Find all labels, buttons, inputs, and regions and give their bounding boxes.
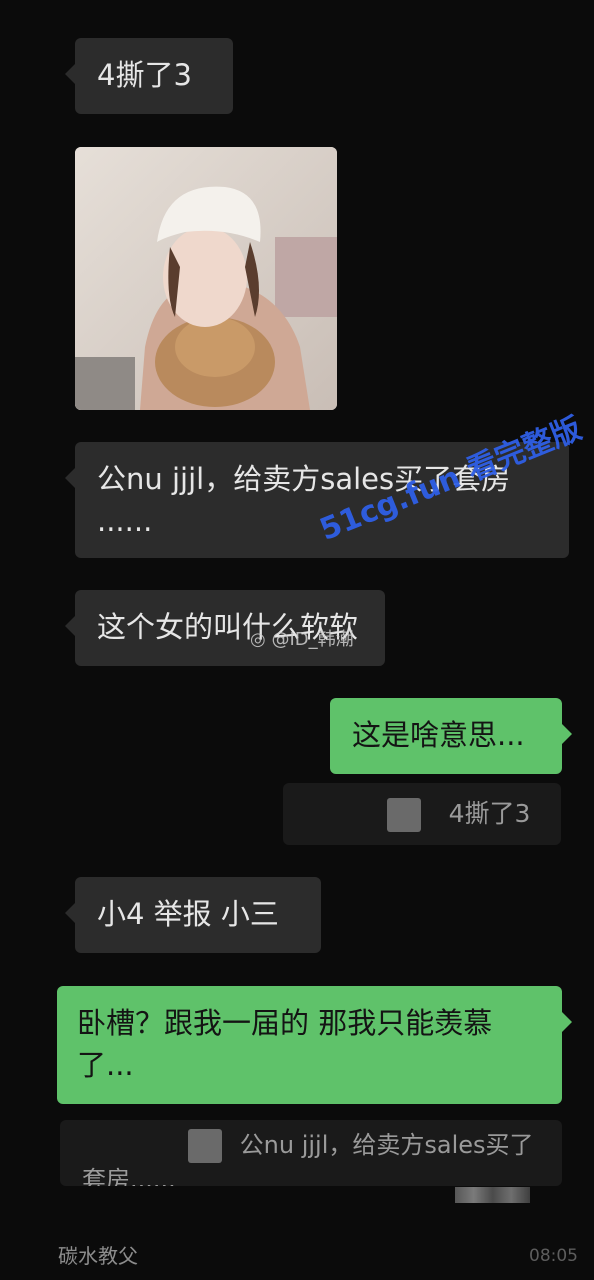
message-bubble-outgoing[interactable]: 卧槽？跟我一届的 那我只能羡慕 了... [57,986,572,1104]
message-text-line: 卧槽？跟我一届的 那我只能羡慕 [77,1006,493,1040]
quote-text: 公nu jjjl，给卖方sales买了 [239,1131,534,1159]
quoted-reply[interactable]: 公nu jjjl，给卖方sales买了 套房...... [60,1120,562,1186]
message-text-line: 了... [77,1048,134,1082]
message-bubble-outgoing[interactable]: 这是啥意思... [330,698,572,774]
quoted-reply[interactable]: 4撕了3 [283,783,561,845]
blurred-area [455,1187,530,1203]
footer-time: 08:05 [529,1246,578,1266]
image-message[interactable] [75,147,337,410]
quote-text: 4撕了3 [448,799,531,828]
message-bubble-incoming[interactable]: 小4 举报 小三 [65,877,321,953]
chat-screen: 4撕了3 公nu jjjl，给卖方sales买了套房 ...... 这个女的叫什… [0,0,594,1280]
message-text: 4撕了3 [97,58,192,92]
weibo-icon: ◎ [250,629,266,650]
quote-thumbnail [188,1129,222,1163]
quote-first-line: 公nu jjjl，给卖方sales买了 [82,1128,540,1163]
footer-author: 碳水教父 [58,1244,138,1268]
message-text: 小4 举报 小三 [97,897,279,931]
photo-content [75,147,337,410]
quote-thumbnail [387,798,421,832]
message-bubble-incoming[interactable]: 4撕了3 [65,38,233,114]
weibo-watermark-text: @ID_韩潮 [271,629,354,650]
message-text: 这是啥意思... [352,718,525,752]
quote-text-line: 套房...... [82,1166,176,1186]
weibo-watermark: ◎ @ID_韩潮 [250,628,354,652]
